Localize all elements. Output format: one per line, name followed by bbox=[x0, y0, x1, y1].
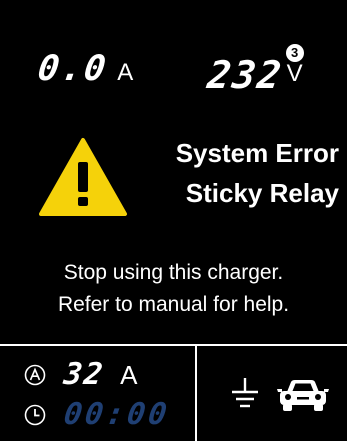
current-readout: 0.0 A bbox=[35, 49, 134, 89]
current-limit-unit: A bbox=[120, 360, 138, 390]
timer-readout: 00:00 bbox=[24, 397, 172, 432]
car-icon bbox=[277, 380, 329, 411]
warning-triangle-icon bbox=[39, 138, 127, 216]
current-limit-readout: 32 A bbox=[24, 357, 138, 392]
error-message-line2: Refer to manual for help. bbox=[57, 292, 290, 316]
voltage-value: 232 bbox=[204, 53, 286, 97]
status-divider bbox=[0, 344, 347, 346]
error-message-line1: Stop using this charger. bbox=[63, 261, 284, 284]
current-unit: A bbox=[117, 59, 134, 87]
error-title-line1: System Error bbox=[175, 138, 339, 168]
error-title: System Error Sticky Relay bbox=[176, 133, 339, 214]
error-message: Stop using this charger. Refer to manual… bbox=[0, 257, 347, 320]
current-value: 0.0 bbox=[35, 49, 111, 89]
error-title-line2: Sticky Relay bbox=[185, 178, 339, 209]
ground-icon bbox=[232, 378, 258, 408]
timer-value: 00:00 bbox=[61, 397, 172, 432]
circled-a-icon bbox=[24, 364, 46, 386]
voltage-unit: V bbox=[286, 60, 303, 87]
voltage-readout: 232 3 V bbox=[204, 44, 305, 97]
charger-display: 0.0 A 232 3 V System Error Sticky Relay … bbox=[0, 0, 347, 441]
clock-icon bbox=[24, 404, 46, 426]
status-vertical-divider bbox=[195, 346, 197, 441]
current-limit-value: 32 bbox=[61, 357, 107, 392]
phase-group: 3 V bbox=[283, 44, 305, 94]
